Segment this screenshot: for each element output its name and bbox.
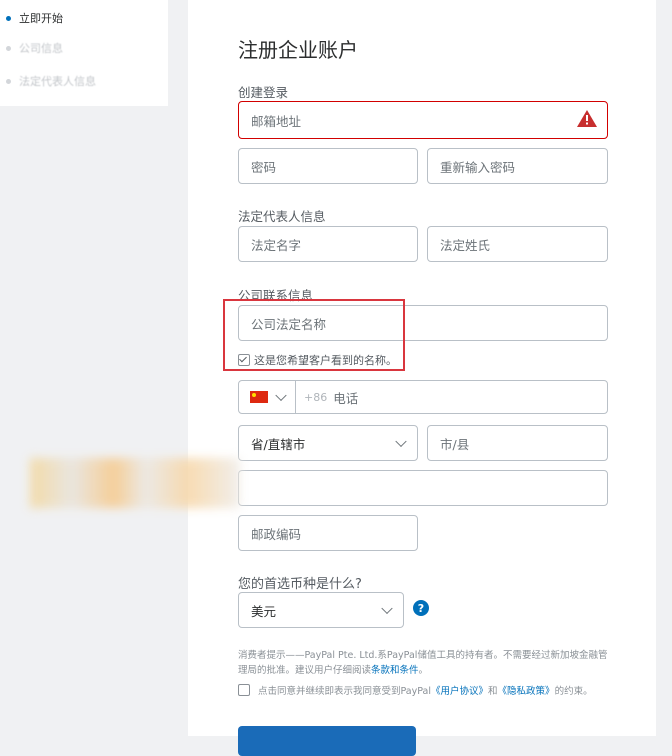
email-field[interactable]: 邮箱地址: [238, 101, 608, 139]
step-label: 公司信息: [19, 42, 63, 55]
agreement-suffix: 的约束。: [554, 686, 593, 697]
country-code-select[interactable]: [239, 381, 296, 413]
phone-placeholder: 电话: [333, 390, 359, 406]
currency-select[interactable]: 美元: [238, 592, 404, 628]
step-company-info: 公司信息: [6, 40, 63, 56]
warning-icon: [577, 110, 597, 127]
agreement-and: 和: [488, 686, 498, 697]
currency-question: 您的首选币种是什么?: [238, 577, 362, 592]
password-placeholder: 密码: [251, 159, 277, 175]
province-select-value: 省/直辖市: [251, 436, 306, 452]
chevron-down-icon: [395, 435, 407, 448]
display-name-checkbox[interactable]: [238, 354, 250, 366]
city-field[interactable]: 市/县: [427, 425, 608, 461]
company-section-heading: 公司联系信息: [238, 288, 314, 303]
chevron-down-icon: [275, 389, 287, 402]
agreement-checkbox[interactable]: [238, 684, 250, 696]
postal-code-field[interactable]: 邮政编码: [238, 515, 418, 551]
email-placeholder: 邮箱地址: [251, 113, 302, 129]
agreement-row: 点击同意并继续即表示我同意受到PayPal 《用户协议》 和 《隐私政策》 的约…: [238, 683, 593, 697]
notice-end: 。: [418, 665, 429, 676]
terms-link[interactable]: 条款和条件: [371, 665, 419, 676]
signup-form-panel: 注册企业账户 创建登录 邮箱地址 密码 重新输入密码 法定代表人信息 法定名字 …: [188, 0, 656, 756]
chevron-down-icon: [381, 602, 393, 615]
country-code: +86: [304, 390, 328, 404]
login-section-heading: 创建登录: [238, 85, 289, 100]
redaction-blur: [30, 458, 240, 508]
last-name-placeholder: 法定姓氏: [440, 237, 491, 253]
confirm-password-field[interactable]: 重新输入密码: [427, 148, 608, 184]
legal-first-name-field[interactable]: 法定名字: [238, 226, 418, 262]
user-agreement-link[interactable]: 《用户协议》: [431, 683, 488, 697]
agree-and-continue-button[interactable]: [238, 726, 416, 756]
address-field[interactable]: [238, 470, 608, 506]
step-representative-info: 法定代表人信息: [6, 73, 96, 89]
display-name-checkbox-label: 这是您希望客户看到的名称。: [254, 354, 397, 367]
password-field[interactable]: 密码: [238, 148, 418, 184]
representative-section-heading: 法定代表人信息: [238, 209, 326, 224]
company-legal-name-field[interactable]: 公司法定名称: [238, 305, 608, 341]
privacy-policy-link[interactable]: 《隐私政策》: [498, 683, 555, 697]
display-name-checkbox-row[interactable]: 这是您希望客户看到的名称。: [238, 352, 397, 368]
step-label: 法定代表人信息: [19, 75, 96, 88]
progress-sidebar: 立即开始 公司信息 法定代表人信息: [0, 0, 168, 106]
step-get-started[interactable]: 立即开始: [6, 10, 63, 26]
step-label: 立即开始: [19, 12, 63, 25]
consumer-notice: 消费者提示——PayPal Pte. Ltd.系PayPal储值工具的持有者。不…: [238, 648, 610, 678]
step-dot-icon: [6, 45, 11, 51]
confirm-password-placeholder: 重新输入密码: [440, 159, 516, 175]
step-dot-icon: [6, 15, 11, 21]
company-name-placeholder: 公司法定名称: [251, 316, 327, 332]
province-select[interactable]: 省/直辖市: [238, 425, 418, 461]
phone-field[interactable]: +86 电话: [238, 380, 608, 414]
currency-select-value: 美元: [251, 603, 277, 619]
postal-code-placeholder: 邮政编码: [251, 526, 302, 542]
first-name-placeholder: 法定名字: [251, 237, 302, 253]
agreement-text: 点击同意并继续即表示我同意受到PayPal: [258, 686, 432, 697]
legal-last-name-field[interactable]: 法定姓氏: [427, 226, 608, 262]
help-icon[interactable]: ?: [413, 600, 429, 616]
step-dot-icon: [6, 78, 11, 84]
city-placeholder: 市/县: [440, 436, 470, 452]
page-title: 注册企业账户: [238, 38, 358, 62]
china-flag-icon: [250, 391, 268, 403]
